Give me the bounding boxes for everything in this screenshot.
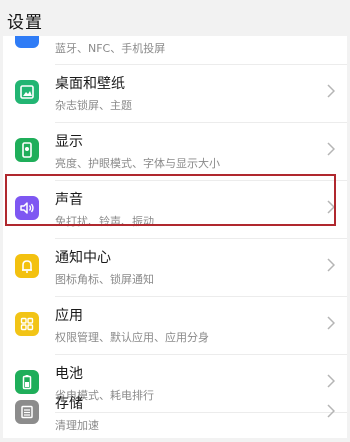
list-item-label: 通知中心 [55,250,111,266]
list-item-label: 桌面和壁纸 [55,76,125,92]
list-item-subtitle: 亮度、护眼模式、字体与显示大小 [55,157,220,170]
list-item-display[interactable]: 显示 亮度、护眼模式、字体与显示大小 [3,122,347,180]
list-item-connectivity-partial[interactable]: 蓝牙、NFC、手机投屏 [3,36,347,58]
list-item-subtitle: 蓝牙、NFC、手机投屏 [55,42,166,55]
chevron-right-icon [327,200,335,214]
chevron-right-icon [327,142,335,156]
list-item-sound[interactable]: 声音 免打扰、铃声、振动 [3,180,347,238]
list-item-notifications[interactable]: 通知中心 图标角标、锁屏通知 [3,238,347,296]
list-item-label: 应用 [55,308,83,324]
list-item-label: 电池 [55,366,83,382]
chevron-right-icon [327,84,335,98]
list-item-subtitle: 免打扰、铃声、振动 [55,215,154,228]
wallpaper-icon [15,80,39,104]
settings-list: 蓝牙、NFC、手机投屏 桌面和壁纸 杂志锁屏、主题 显示 亮度、护眼模式、字体与… [3,36,347,438]
list-item-label: 存储 [55,396,83,412]
header-bar: 设置 [0,0,350,36]
chevron-right-icon [327,404,335,418]
chevron-right-icon [327,316,335,330]
list-item-apps[interactable]: 应用 权限管理、默认应用、应用分身 [3,296,347,354]
apps-grid-icon [15,312,39,336]
connectivity-icon [15,36,39,48]
speaker-icon [15,196,39,220]
list-item-subtitle: 权限管理、默认应用、应用分身 [55,331,209,344]
display-phone-icon [15,138,39,162]
page-title: 设置 [7,13,43,33]
list-item-label: 声音 [55,192,83,208]
list-item-subtitle: 清理加速 [55,419,99,432]
list-item-label: 显示 [55,134,83,150]
list-item-subtitle: 杂志锁屏、主题 [55,99,132,112]
list-item-storage[interactable]: 存储 清理加速 [3,384,347,442]
storage-icon [15,400,39,424]
list-item-subtitle: 图标角标、锁屏通知 [55,273,154,286]
bell-icon [15,254,39,278]
list-item-wallpaper[interactable]: 桌面和壁纸 杂志锁屏、主题 [3,64,347,122]
chevron-right-icon [327,258,335,272]
